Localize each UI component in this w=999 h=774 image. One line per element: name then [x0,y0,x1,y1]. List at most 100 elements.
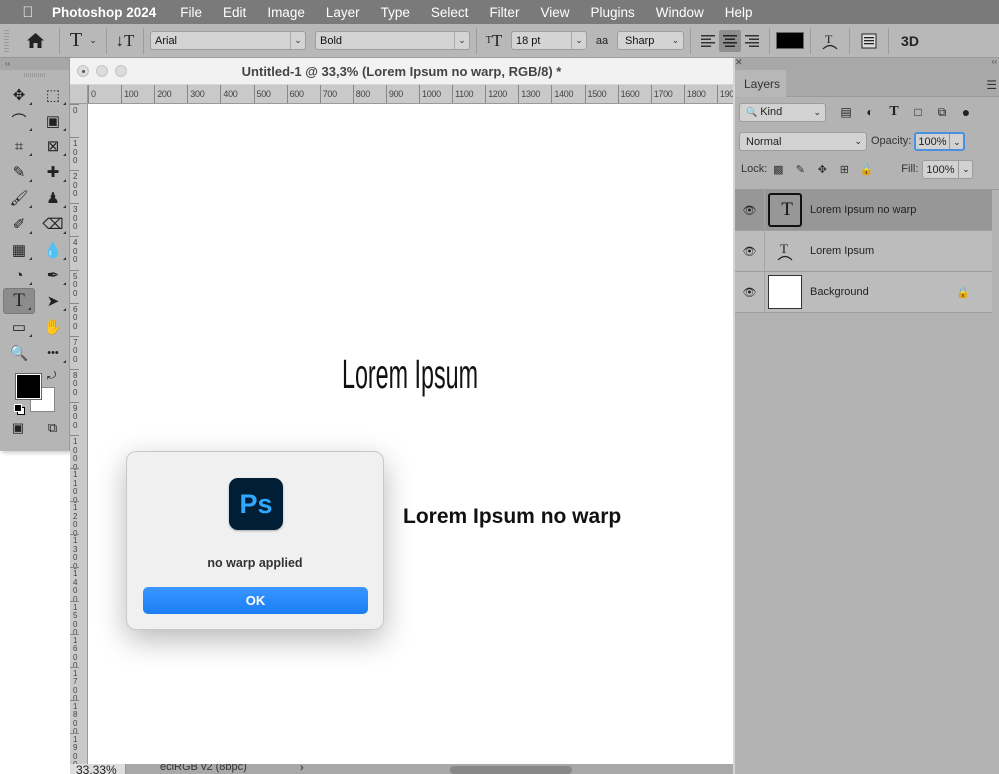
gradient-tool-icon[interactable]: ▦ [3,237,35,263]
opacity-field[interactable]: 100% ⌄ [914,131,966,151]
visibility-eye-icon[interactable]: 👁 [735,190,765,230]
history-brush-tool-icon[interactable]: ✐ [3,211,35,237]
apple-icon[interactable]:  [18,4,38,21]
chevron-down-icon[interactable]: ⌄ [949,133,963,149]
chevron-down-icon[interactable]: ⌄ [958,160,972,178]
filter-kind-select[interactable]: 🔍 Kind ⌄ [739,102,826,122]
collapse-panel-icon[interactable]: ‹‹ [992,57,997,66]
home-icon[interactable] [17,27,53,55]
color-profile[interactable]: eciRGB v2 (8bpc) [160,764,247,773]
marquee-tool-icon[interactable]: ⬚ [37,82,69,108]
chevron-down-icon[interactable]: ⌄ [86,27,100,55]
lock-transparent-pixels-icon[interactable]: ▩ [767,163,789,176]
font-family-select[interactable]: Arial ⌄ [150,31,306,50]
canvas[interactable]: Lorem Ipsum Lorem Ipsum no warp [88,104,733,764]
screen-mode-icon[interactable]: ⧉ [48,420,57,436]
filter-type-icon[interactable]: T [882,104,906,120]
layer-row[interactable]: 👁 Background 🔒 [735,272,992,313]
tab-layers[interactable]: Layers [735,70,786,97]
menu-help[interactable]: Help [725,5,753,20]
type-tool-preset-icon[interactable]: T [66,27,86,55]
menu-view[interactable]: View [540,5,569,20]
text-orientation-icon[interactable]: ↓T [113,27,137,55]
brush-tool-icon[interactable]: 🖌 [3,185,35,211]
more-tools-icon[interactable]: ••• [37,340,69,366]
horizontal-scrollbar[interactable] [450,766,572,774]
3d-button[interactable]: 3D [895,27,925,55]
layer-lock-icon[interactable]: 🔒 [956,286,970,299]
pen-tool-icon[interactable]: ✒ [37,263,69,289]
align-center-button[interactable] [719,29,741,52]
visibility-eye-icon[interactable]: 👁 [735,231,765,271]
ok-button[interactable]: OK [143,587,368,614]
filter-toggle-switch[interactable]: ● [954,104,978,120]
fill-field[interactable]: 100% ⌄ [922,159,974,179]
panel-grip[interactable] [23,73,46,77]
zoom-tool-icon[interactable]: 🔍 [3,340,35,366]
blur-tool-icon[interactable]: 💧 [37,237,69,263]
close-window-button[interactable] [77,65,89,77]
default-colors-icon[interactable] [14,403,22,412]
text-color-swatch[interactable] [776,32,804,49]
app-menu[interactable]: Photoshop 2024 [52,5,156,20]
ruler-origin[interactable] [70,85,88,104]
antialias-select[interactable]: Sharp ⌄ [617,31,684,50]
horizontal-ruler[interactable]: 0 100 200 300 400 500 600 700 800 900 1000 1100 1200… [88,85,733,104]
eyedropper-tool-icon[interactable]: ✎ [3,159,35,185]
status-menu-arrow[interactable]: › [300,764,304,774]
zoom-window-button[interactable] [115,65,127,77]
path-select-tool-icon[interactable]: ➤ [37,288,69,314]
character-panel-icon[interactable] [856,27,882,55]
type-tool-icon[interactable]: T [3,288,35,315]
quick-mask-icon[interactable]: ▣ [12,420,24,436]
healing-brush-tool-icon[interactable]: ✚ [37,159,69,185]
rectangle-tool-icon[interactable]: ▭ [3,314,35,340]
menu-window[interactable]: Window [656,5,704,20]
warp-text-icon[interactable]: T [817,27,843,55]
menu-image[interactable]: Image [267,5,305,20]
lock-all-icon[interactable]: 🔒 [855,163,877,176]
eraser-tool-icon[interactable]: ⌫ [37,211,69,237]
lock-artboard-icon[interactable]: ⊞ [833,163,855,176]
dodge-tool-icon[interactable]: ◔ [3,263,35,289]
hand-tool-icon[interactable]: ✋ [37,314,69,340]
options-bar-grip[interactable] [4,29,9,52]
layer-row[interactable]: 👁 T Lorem Ipsum no warp [735,190,992,231]
layer-row[interactable]: 👁 T Lorem Ipsum [735,231,992,272]
lock-image-pixels-icon[interactable]: ✎ [789,163,811,176]
blend-mode-select[interactable]: Normal ⌄ [739,131,867,151]
lock-position-icon[interactable]: ✥ [811,163,833,176]
zoom-level-field[interactable]: 33,33% [70,764,126,774]
align-left-button[interactable] [697,30,719,52]
menu-filter[interactable]: Filter [489,5,519,20]
lasso-tool-icon[interactable]: ⌒ [3,108,35,134]
menu-select[interactable]: Select [431,5,469,20]
menu-type[interactable]: Type [381,5,410,20]
object-select-tool-icon[interactable]: ▣ [37,108,69,134]
menu-plugins[interactable]: Plugins [590,5,634,20]
panel-menu-icon[interactable]: ☰ [986,78,997,92]
crop-tool-icon[interactable]: ⌗ [3,134,35,160]
font-style-select[interactable]: Bold ⌄ [315,31,470,50]
plain-text-layer[interactable]: Lorem Ipsum no warp [403,505,621,529]
collapse-panel-button[interactable]: ‹‹ [0,58,69,70]
filter-pixel-icon[interactable]: ▤ [834,105,858,119]
close-panel-icon[interactable]: ✕ [735,57,743,68]
foreground-color-swatch[interactable] [15,372,42,400]
frame-tool-icon[interactable]: ⊠ [37,134,69,160]
minimize-window-button[interactable] [96,65,108,77]
filter-smart-object-icon[interactable]: ⧉ [930,105,954,120]
menu-layer[interactable]: Layer [326,5,360,20]
vertical-ruler[interactable]: 0 100 200 300 400 500 600 700 800 900 1000 1100 1200… [70,104,88,764]
filter-shape-icon[interactable]: □ [906,105,930,119]
move-tool-icon[interactable]: ✥ [3,82,35,108]
visibility-eye-icon[interactable]: 👁 [735,272,765,312]
filter-adjustment-icon[interactable]: ◐ [858,105,882,119]
swap-colors-icon[interactable]: ⤾ [47,370,56,383]
align-right-button[interactable] [741,30,763,52]
font-size-select[interactable]: 18 pt ⌄ [511,31,587,50]
menu-file[interactable]: File [180,5,202,20]
stamp-tool-icon[interactable]: ♟ [37,185,69,211]
warped-text-layer[interactable]: Lorem Ipsum [340,344,480,404]
menu-edit[interactable]: Edit [223,5,246,20]
